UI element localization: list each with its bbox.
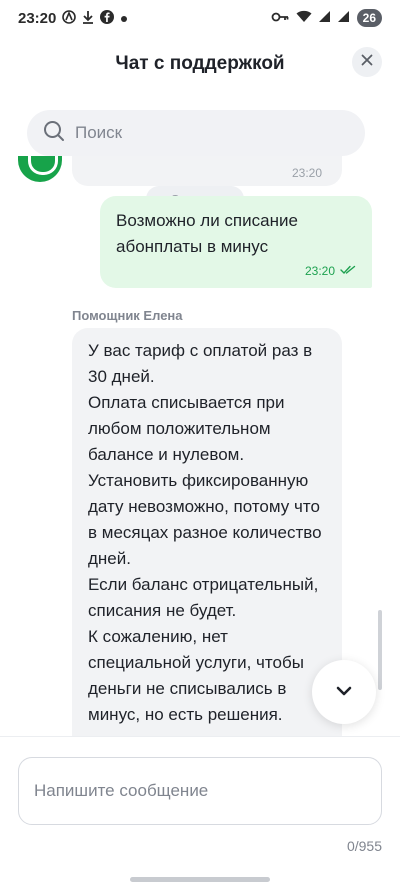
scrollbar[interactable] [378, 610, 382, 690]
scroll-down-button[interactable] [312, 660, 376, 724]
dot-icon [120, 11, 128, 26]
search-placeholder: Поиск [75, 123, 123, 142]
signal-icon [337, 10, 350, 27]
message-time: 23:20 [291, 166, 322, 180]
status-bar: 23:20 26 [0, 0, 400, 36]
message-line: Установить фиксированную [88, 471, 309, 490]
message-line: в месяцах разное количество [88, 523, 322, 542]
message-input-placeholder: Напишите сообщение [34, 781, 209, 800]
signal-icon [318, 10, 331, 27]
battery-icon: 26 [356, 9, 382, 27]
message-line: списания не будет. [88, 601, 237, 620]
message-line: дату невозможно, потому что [88, 497, 320, 516]
character-counter: 0/955 [346, 838, 382, 854]
key-icon [271, 10, 289, 27]
search-input[interactable]: Поиск [27, 110, 365, 156]
chat-header: Чат с поддержкой [0, 36, 400, 92]
message-line: 30 дней. [88, 367, 155, 386]
message-line: специальной услуги, чтобы [88, 653, 304, 672]
page-title: Чат с поддержкой [115, 53, 285, 74]
close-icon [361, 53, 373, 71]
home-indicator[interactable] [130, 877, 270, 882]
composer-divider [0, 736, 400, 737]
message-line: Оплата списывается при [88, 393, 285, 412]
message-line: любом положительном [88, 419, 271, 438]
message-time: 23:20 [304, 264, 335, 278]
message-line: балансе и нулевом. [88, 445, 245, 464]
incoming-message-bubble: У вас тариф с оплатой раз в 30 дней. Опл… [72, 328, 342, 736]
facebook-icon [100, 9, 115, 27]
message-line: абонплаты в минус [116, 237, 269, 256]
outgoing-message-bubble: Возможно ли списание абонплаты в минус 2… [100, 196, 372, 288]
previous-message-bubble: 23:20 [72, 156, 342, 186]
double-check-icon [340, 264, 356, 278]
message-meta: 23:20 [305, 264, 356, 278]
message-line: У вас тариф с оплатой раз в [88, 341, 313, 360]
search-icon [43, 120, 65, 147]
chat-messages[interactable]: 23:20 Сегодня Возможно ли списание абонп… [0, 156, 400, 736]
message-line: Если баланс отрицательный, [88, 575, 319, 594]
message-line: Возможно ли списание [116, 211, 298, 230]
chevron-down-icon [336, 683, 352, 701]
download-icon [82, 10, 94, 27]
status-bar-right: 26 [271, 9, 382, 27]
message-input[interactable]: Напишите сообщение [18, 757, 382, 825]
status-bar-left: 23:20 [18, 9, 128, 27]
message-line: дней. [88, 549, 131, 568]
message-line: деньги не списывались в [88, 679, 287, 698]
close-button[interactable] [352, 47, 382, 77]
sender-name: Помощник Елена [72, 308, 183, 323]
message-line: К сожалению, нет [88, 627, 228, 646]
message-line: минус, но есть решения. [88, 705, 283, 724]
status-time: 23:20 [18, 9, 57, 27]
avatar [18, 156, 62, 182]
outgoing-message-text: Возможно ли списание абонплаты в минус [116, 208, 356, 260]
notification-icon [62, 9, 77, 27]
wifi-icon [296, 10, 312, 27]
